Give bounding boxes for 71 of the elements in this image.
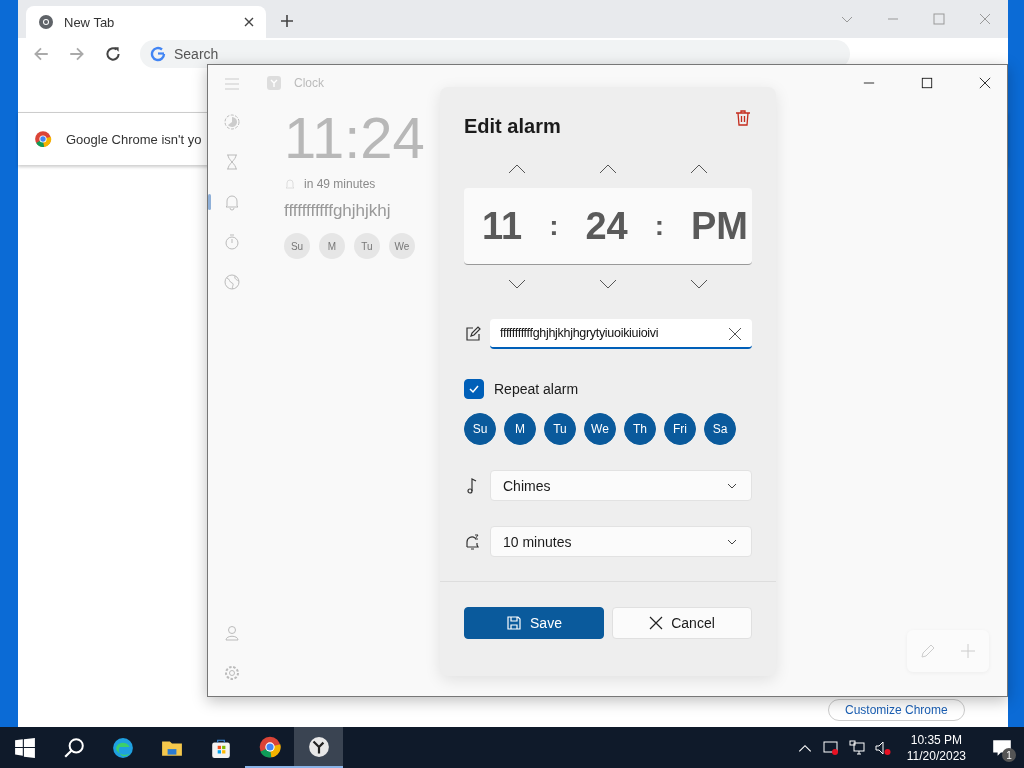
time-picker[interactable]: 11 : 24 : PM [464,188,752,265]
day-toggle[interactable]: Sa [704,413,736,445]
day-toggle[interactable]: We [584,413,616,445]
clock-icon [307,735,330,758]
day-toggle[interactable]: Fri [664,413,696,445]
minute-value[interactable]: 24 [585,204,628,248]
network-icon[interactable] [848,739,865,756]
stopwatch-icon [223,233,241,251]
notification-count: 1 [1002,748,1016,762]
chevron-down-icon [727,538,737,545]
chevron-down-icon[interactable] [508,279,527,289]
time-separator: : [654,210,664,242]
chevron-up-icon[interactable] [599,164,617,174]
reload-icon[interactable] [104,45,122,63]
alarm-name: fffffffffffghjhjkhj [284,201,391,221]
alarm-time: 11:24 [284,109,425,167]
bell-icon [223,193,241,211]
trash-icon[interactable] [734,109,752,127]
windows-logo-icon [13,736,36,759]
sound-dropdown[interactable]: Chimes [490,470,752,501]
chevron-down-icon [727,482,737,489]
speaker-muted-icon[interactable] [874,739,891,756]
save-icon [506,615,523,631]
close-icon[interactable] [244,17,254,27]
customize-button[interactable]: Customize Chrome [828,699,965,721]
alarm-due: in 49 minutes [304,177,376,191]
cancel-button[interactable]: Cancel [612,607,752,639]
taskbar-button[interactable] [294,727,343,768]
checkbox-label: Repeat alarm [494,381,579,397]
save-button[interactable]: Save [464,607,604,639]
edit-icon [464,325,482,343]
chevron-down-icon[interactable] [689,279,708,289]
close-icon [649,616,664,630]
google-logo-icon [150,46,166,62]
day-chip: Su [284,233,310,259]
day-toggle[interactable]: Tu [544,413,576,445]
close-icon[interactable] [979,77,991,89]
clock-area[interactable]: 10:35 PM 11/20/2023 [906,727,966,768]
snooze-icon [464,532,482,551]
snooze-dropdown[interactable]: 10 minutes [490,526,752,557]
clear-icon[interactable] [728,327,742,341]
time-separator: : [549,210,559,242]
day-toggle[interactable]: Th [624,413,656,445]
period-value[interactable]: PM [691,204,748,248]
day-toggle[interactable]: Su [464,413,496,445]
day-chip: Tu [354,233,380,259]
window-title: Clock [294,76,324,90]
globe-icon [223,273,241,291]
search-icon [62,736,85,759]
repeat-checkbox[interactable] [464,379,484,399]
chrome-logo-icon [38,14,54,30]
chevron-up-icon[interactable] [508,164,527,174]
infobar-message: Google Chrome isn't yo [66,131,202,147]
alarm-name-field[interactable]: fffffffffffghjhjkhjhgrytyiuoikiuioivi [490,319,752,349]
clock-app-icon [266,75,282,91]
day-chip: We [389,233,415,259]
device-alert-icon[interactable] [822,739,839,756]
day-chip: M [319,233,345,259]
chevron-up-icon[interactable] [689,164,708,174]
chrome-logo-icon [258,735,281,758]
chevron-down-icon[interactable] [599,279,617,289]
chrome-logo-icon [34,130,52,148]
browser-tab[interactable]: New Tab [26,6,266,38]
edge-logo-icon [111,736,134,759]
maximize-icon[interactable] [921,77,933,89]
bell-icon [284,178,296,190]
hour-value[interactable]: 11 [482,204,523,248]
day-toggle[interactable]: M [504,413,536,445]
plus-icon[interactable] [280,14,294,28]
focus-icon [223,113,241,131]
dialog-title: Edit alarm [464,115,561,138]
